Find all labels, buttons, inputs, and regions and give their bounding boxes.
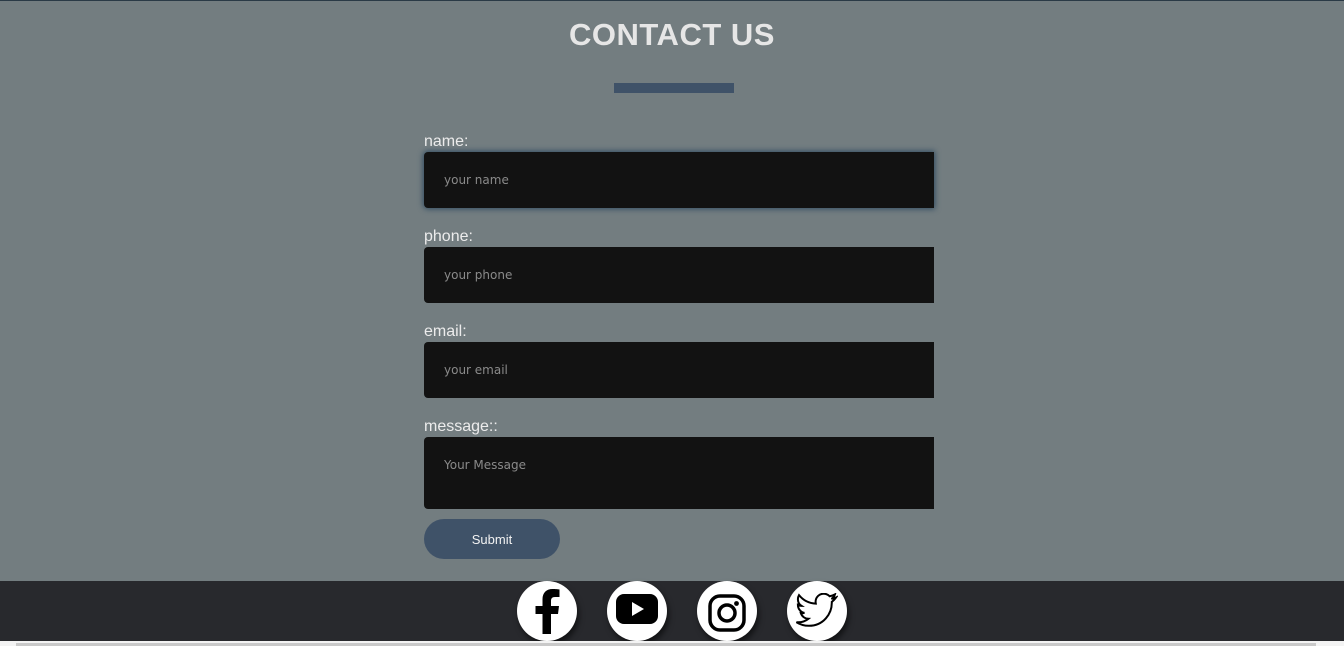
facebook-link[interactable] <box>517 581 577 641</box>
email-label: email: <box>424 323 467 340</box>
footer <box>0 581 1344 641</box>
name-input[interactable] <box>424 152 934 208</box>
instagram-link[interactable] <box>697 581 757 641</box>
instagram-icon <box>708 594 746 632</box>
submit-button[interactable]: Submit <box>424 519 560 559</box>
twitter-link[interactable] <box>787 581 847 641</box>
twitter-icon <box>796 593 838 629</box>
page-title: CONTACT US <box>569 17 775 52</box>
facebook-icon <box>534 588 560 634</box>
youtube-link[interactable] <box>607 581 667 641</box>
phone-input[interactable] <box>424 247 934 303</box>
message-textarea[interactable] <box>424 437 934 509</box>
top-border <box>0 0 1344 1</box>
title-divider <box>614 83 734 93</box>
message-label: message:: <box>424 418 498 435</box>
horizontal-scrollbar[interactable] <box>0 641 1344 646</box>
name-label: name: <box>424 133 469 150</box>
youtube-icon <box>616 594 658 624</box>
phone-label: phone: <box>424 228 473 245</box>
email-input[interactable] <box>424 342 934 398</box>
